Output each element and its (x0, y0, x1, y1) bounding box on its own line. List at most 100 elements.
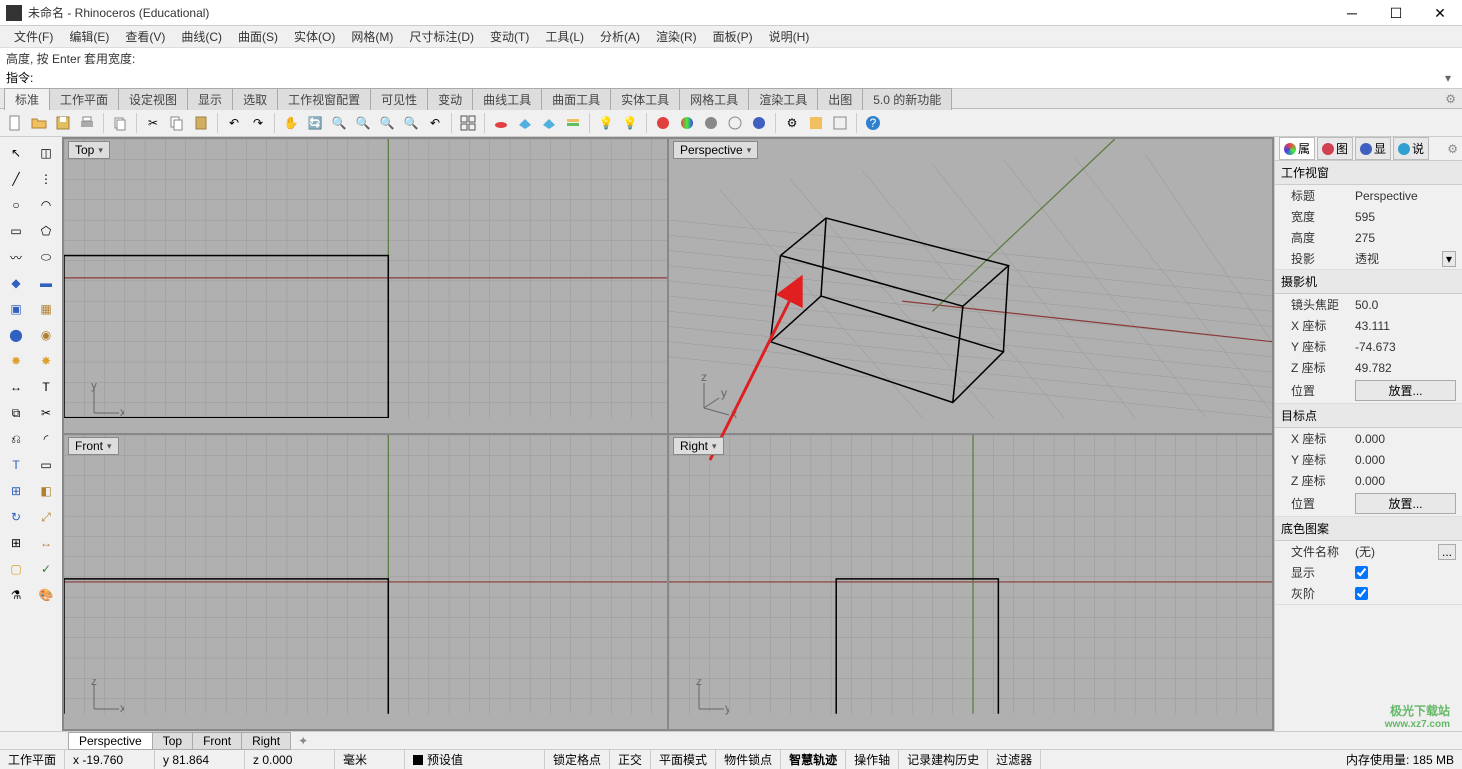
panel-tab-layers[interactable]: 图 (1317, 137, 1353, 160)
tab-newv5[interactable]: 5.0 的新功能 (862, 88, 952, 110)
menu-help[interactable]: 说明(H) (761, 28, 818, 45)
menu-surface[interactable]: 曲面(S) (230, 28, 286, 45)
cut-icon[interactable]: ✂ (142, 112, 164, 134)
viewport-top-label[interactable]: Top▾ (68, 141, 110, 159)
tab-viewport-layout[interactable]: 工作视窗配置 (277, 88, 371, 110)
pan-icon[interactable]: ✋ (280, 112, 302, 134)
menu-solid[interactable]: 实体(O) (286, 28, 343, 45)
polygon-tool-icon[interactable]: ⬠ (33, 219, 59, 243)
trim-tool-icon[interactable]: ⎌ (3, 427, 29, 451)
tab-transform[interactable]: 变动 (427, 88, 473, 110)
tab-surface-tools[interactable]: 曲面工具 (541, 88, 611, 110)
cplane-icon[interactable] (490, 112, 512, 134)
maximize-button[interactable]: ☐ (1374, 0, 1418, 26)
cylinder-tool-icon[interactable]: ⬤ (3, 323, 29, 347)
tab-mesh-tools[interactable]: 网格工具 (679, 88, 749, 110)
pointer-tool-icon[interactable]: ↖ (3, 141, 29, 165)
view-tab-right[interactable]: Right (241, 732, 291, 750)
wireframe-icon[interactable] (724, 112, 746, 134)
join-tool-icon[interactable]: ⧉ (3, 401, 29, 425)
tab-drafting[interactable]: 出图 (817, 88, 863, 110)
copy-clipboard-icon[interactable] (109, 112, 131, 134)
ellipse-tool-icon[interactable]: ⬭ (33, 245, 59, 269)
menu-mesh[interactable]: 网格(M) (343, 28, 401, 45)
camera-x-value[interactable]: 43.111 (1355, 319, 1456, 333)
panel-gear-icon[interactable]: ⚙ (1447, 142, 1458, 156)
menu-panels[interactable]: 面板(P) (705, 28, 761, 45)
save-file-icon[interactable] (52, 112, 74, 134)
fillet-tool-icon[interactable]: ◜ (33, 427, 59, 451)
camera-z-value[interactable]: 49.782 (1355, 361, 1456, 375)
chevron-down-icon[interactable]: ▾ (107, 441, 112, 452)
camera-y-value[interactable]: -74.673 (1355, 340, 1456, 354)
mesh-tool-icon[interactable]: ▦ (33, 297, 59, 321)
print-icon[interactable] (76, 112, 98, 134)
box-tool-icon[interactable]: ▣ (3, 297, 29, 321)
viewport-front-label[interactable]: Front▾ (68, 437, 119, 455)
status-gridsnap[interactable]: 锁定格点 (545, 750, 610, 769)
viewport-perspective-label[interactable]: Perspective▾ (673, 141, 758, 159)
menu-tools[interactable]: 工具(L) (537, 28, 592, 45)
menu-dimension[interactable]: 尺寸标注(D) (401, 28, 482, 45)
menu-curve[interactable]: 曲线(C) (173, 28, 230, 45)
tab-solid-tools[interactable]: 实体工具 (610, 88, 680, 110)
tab-select[interactable]: 选取 (232, 88, 278, 110)
menu-render[interactable]: 渲染(R) (648, 28, 705, 45)
sphere-tool-icon[interactable]: ◉ (33, 323, 59, 347)
target-place-button[interactable]: 放置... (1355, 493, 1456, 514)
named-view-icon[interactable] (538, 112, 560, 134)
hide-icon[interactable]: 💡 (595, 112, 617, 134)
status-ortho[interactable]: 正交 (610, 750, 651, 769)
viewport-top[interactable]: Top▾ xy (64, 139, 667, 433)
chevron-down-icon[interactable]: ▾ (747, 145, 752, 156)
render-icon[interactable] (652, 112, 674, 134)
move-tool-icon[interactable]: ↔ (3, 375, 29, 399)
viewport-right[interactable]: Right▾ yz (669, 435, 1272, 729)
panel-tab-properties[interactable]: 属 (1279, 137, 1315, 160)
array-tool-icon[interactable]: ⊞ (3, 479, 29, 503)
add-view-tab-button[interactable]: ✦ (290, 733, 316, 749)
wallpaper-show-checkbox[interactable] (1355, 566, 1368, 579)
rectangle-tool-icon[interactable]: ▭ (3, 219, 29, 243)
status-units[interactable]: 毫米 (335, 750, 405, 769)
target-y-value[interactable]: 0.000 (1355, 453, 1456, 467)
menu-file[interactable]: 文件(F) (6, 28, 61, 45)
redo-icon[interactable]: ↷ (247, 112, 269, 134)
check-tool-icon[interactable]: ✓ (33, 557, 59, 581)
shade-icon[interactable] (700, 112, 722, 134)
zoom-selected-icon[interactable]: 🔍 (400, 112, 422, 134)
render-tool-icon[interactable]: 🎨 (33, 583, 59, 607)
new-file-icon[interactable] (4, 112, 26, 134)
status-gumball[interactable]: 操作轴 (846, 750, 899, 769)
view-tab-perspective[interactable]: Perspective (68, 732, 153, 750)
extrude-tool-icon[interactable]: ▬ (33, 271, 59, 295)
viewport-front[interactable]: Front▾ xz (64, 435, 667, 729)
target-z-value[interactable]: 0.000 (1355, 474, 1456, 488)
mirror-tool-icon[interactable]: ◧ (33, 479, 59, 503)
analyze-tool-icon[interactable]: ⚗ (3, 583, 29, 607)
help-icon[interactable]: ? (862, 112, 884, 134)
ghosted-icon[interactable] (748, 112, 770, 134)
block-tool-icon[interactable]: ▢ (3, 557, 29, 581)
four-viewport-icon[interactable] (457, 112, 479, 134)
command-expand-icon[interactable]: ▾ (1440, 71, 1456, 85)
target-x-value[interactable]: 0.000 (1355, 432, 1456, 446)
view-tab-top[interactable]: Top (152, 732, 193, 750)
menu-analyze[interactable]: 分析(A) (592, 28, 648, 45)
prop-height-value[interactable]: 275 (1355, 231, 1456, 245)
rotate-view-icon[interactable]: 🔄 (304, 112, 326, 134)
surface-tool-icon[interactable]: ◆ (3, 271, 29, 295)
scale-tool-icon[interactable]: ⤢ (33, 505, 59, 529)
prop-projection-value[interactable]: 透视 (1355, 250, 1442, 267)
status-layer[interactable]: 预设值 (405, 750, 545, 769)
undo-icon[interactable]: ↶ (223, 112, 245, 134)
viewport-right-label[interactable]: Right▾ (673, 437, 724, 455)
prop-width-value[interactable]: 595 (1355, 210, 1456, 224)
status-filter[interactable]: 过滤器 (988, 750, 1041, 769)
viewport-perspective[interactable]: Perspective▾ xzy (669, 139, 1272, 433)
tab-setview[interactable]: 设定视图 (118, 88, 188, 110)
options-icon[interactable]: ⚙ (781, 112, 803, 134)
close-button[interactable]: ✕ (1418, 0, 1462, 26)
tab-curve-tools[interactable]: 曲线工具 (472, 88, 542, 110)
menu-transform[interactable]: 变动(T) (482, 28, 537, 45)
